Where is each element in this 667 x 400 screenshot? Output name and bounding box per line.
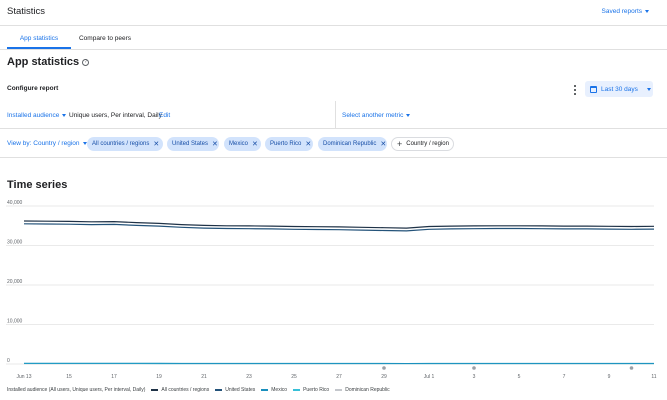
chip-mexico[interactable]: Mexico ✕: [224, 137, 261, 151]
legend-label: Dominican Republic: [345, 387, 390, 393]
legend-swatch: [215, 389, 223, 391]
x-tick-label: 17: [111, 374, 117, 380]
x-tick-label: 3: [473, 374, 476, 380]
legend-item-united-states[interactable]: United States: [215, 387, 255, 393]
time-series-chart: 40,000 30,000 20,000 10,000 0 Jun 13 15 17 19 21 2…: [6, 200, 657, 380]
more-vert-icon[interactable]: [572, 85, 578, 95]
legend-label: United States: [225, 387, 256, 393]
view-by-dropdown[interactable]: View by: Country / region: [7, 140, 87, 147]
legend-label: Mexico: [271, 387, 288, 393]
chevron-down-icon: [646, 87, 651, 91]
x-tick-label: 19: [156, 374, 162, 380]
calendar-icon: [590, 85, 597, 93]
legend-swatch: [151, 389, 159, 391]
section-title-text: App statistics: [7, 56, 80, 68]
plus-icon: +: [397, 139, 403, 149]
saved-reports-label: Saved reports: [601, 8, 642, 15]
annotation-marker: [472, 366, 476, 370]
x-tick-label: 21: [201, 374, 207, 380]
chip-dominican-republic[interactable]: Dominican Republic ✕: [318, 137, 387, 151]
close-icon[interactable]: ✕: [380, 141, 386, 148]
section-title: App statistics ?: [7, 56, 90, 68]
close-icon[interactable]: ✕: [252, 141, 258, 148]
x-tick-label: 27: [336, 374, 342, 380]
legend-item-dominican-republic[interactable]: Dominican Republic: [335, 387, 390, 393]
chevron-down-icon: [645, 10, 649, 13]
chevron-down-icon: [62, 114, 67, 117]
legend-item-puerto-rico[interactable]: Puerto Rico: [293, 387, 329, 393]
time-series-title: Time series: [7, 179, 68, 191]
metric-divider: [335, 101, 336, 129]
top-bar: Statistics Saved reports: [0, 0, 667, 26]
add-country-region-button[interactable]: + Country / region: [391, 137, 454, 151]
installed-audience-label: Installed audience: [7, 112, 60, 119]
chip-label: Puerto Rico: [270, 141, 302, 147]
x-tick-label: 15: [66, 374, 72, 380]
legend-label: Puerto Rico: [303, 387, 330, 393]
saved-reports-dropdown[interactable]: Saved reports: [602, 8, 649, 15]
add-country-region-label: Country / region: [406, 141, 449, 147]
close-icon[interactable]: ✕: [305, 141, 311, 148]
chip-label: United States: [172, 141, 209, 147]
chevron-down-icon: [82, 142, 87, 145]
select-another-metric-label: Select another metric: [342, 112, 404, 119]
chip-label: Dominican Republic: [323, 141, 377, 147]
x-tick-label: 25: [291, 374, 297, 380]
y-tick-label: 20,000: [7, 279, 23, 285]
date-range-button[interactable]: Last 30 days: [585, 81, 653, 97]
legend-swatch: [261, 389, 269, 391]
legend-prefix-text: Installed audience (All users, Unique us…: [7, 387, 146, 393]
chart-legend: Installed audience (All users, Unique us…: [7, 385, 396, 395]
legend-label: All countries / regions: [161, 387, 210, 393]
help-circle-icon[interactable]: ?: [82, 58, 90, 66]
metric-row: Installed audience Unique users, Per int…: [0, 101, 667, 129]
y-tick-label: 30,000: [7, 240, 23, 246]
x-tick-label: 23: [246, 374, 252, 380]
chip-label: All countries / regions: [92, 141, 150, 147]
tab-app-statistics[interactable]: App statistics: [7, 33, 71, 49]
legend-swatch: [335, 389, 343, 391]
x-tick-label: 29: [381, 374, 387, 380]
tab-compare-to-peers[interactable]: Compare to peers: [71, 33, 139, 49]
x-tick-label: 11: [651, 374, 656, 380]
x-tick-label: Jul 1: [424, 374, 435, 380]
legend-item-mexico[interactable]: Mexico: [261, 387, 287, 393]
x-tick-label: 7: [563, 374, 566, 380]
chevron-down-icon: [406, 114, 411, 117]
metric-description: Unique users, Per interval, Daily: [69, 112, 162, 119]
chip-puerto-rico[interactable]: Puerto Rico ✕: [265, 137, 313, 151]
x-tick-label: 5: [518, 374, 521, 380]
close-icon[interactable]: ✕: [153, 141, 159, 148]
legend-swatch: [293, 389, 301, 391]
page-title: Statistics: [7, 6, 46, 17]
filter-row: View by: Country / region All countries …: [0, 130, 667, 158]
y-tick-label: 40,000: [7, 200, 23, 206]
legend-item-all-countries[interactable]: All countries / regions: [151, 387, 209, 393]
x-tick-label: Jun 13: [16, 374, 31, 380]
view-by-label: View by: Country / region: [7, 140, 80, 147]
installed-audience-dropdown[interactable]: Installed audience: [7, 112, 67, 119]
annotation-marker: [382, 366, 386, 370]
tab-divider: [0, 48, 667, 50]
annotation-marker: [629, 366, 634, 370]
legend-prefix: Installed audience (All users, Unique us…: [7, 387, 145, 393]
chip-label: Mexico: [229, 141, 249, 147]
date-range-label: Last 30 days: [601, 85, 638, 93]
y-tick-label: 10,000: [7, 319, 23, 325]
chip-united-states[interactable]: United States ✕: [167, 137, 219, 151]
select-another-metric-dropdown[interactable]: Select another metric: [342, 112, 411, 119]
edit-metric-link[interactable]: Edit: [159, 112, 170, 119]
configure-report-label: Configure report: [7, 85, 59, 92]
y-tick-label: 0: [7, 358, 10, 364]
chip-all-countries[interactable]: All countries / regions ✕: [87, 137, 163, 151]
close-icon[interactable]: ✕: [212, 141, 218, 148]
tab-bar: App statistics Compare to peers: [0, 33, 667, 49]
x-tick-label: 9: [608, 374, 611, 380]
